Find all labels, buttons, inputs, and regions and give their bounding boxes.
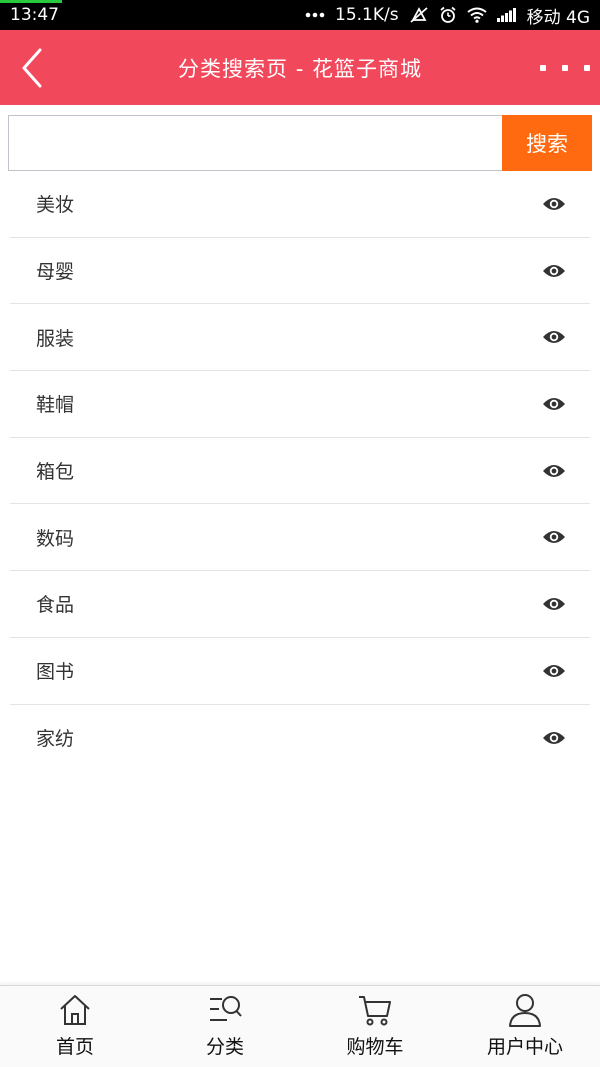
list-item-label: 食品 — [36, 594, 75, 617]
list-item[interactable]: 数码 — [10, 504, 590, 572]
status-speed: 15.1K/s — [335, 5, 399, 25]
eye-icon — [543, 397, 565, 410]
category-search-icon — [210, 996, 242, 1021]
nav-item-user[interactable]: 用户中心 — [450, 986, 600, 1067]
status-right: 15.1K/s 移动 4G — [305, 3, 590, 28]
list-item[interactable]: 母婴 — [10, 238, 590, 305]
list-item[interactable]: 食品 — [10, 571, 590, 638]
list-item-label: 鞋帽 — [36, 394, 75, 417]
chevron-left-icon — [22, 48, 42, 88]
eye-icon — [543, 664, 565, 677]
status-bar: 13:47 15.1K/s 移动 4G — [0, 0, 600, 30]
eye-icon — [543, 531, 565, 544]
nav-item-cart[interactable]: 购物车 — [300, 986, 450, 1067]
list-item-label: 家纺 — [36, 728, 75, 751]
status-carrier: 移动 4G — [526, 7, 590, 28]
eye-icon — [543, 331, 565, 344]
eye-icon — [543, 464, 565, 477]
wifi-icon — [466, 7, 487, 23]
cart-icon — [359, 996, 391, 1026]
silent-icon — [409, 6, 429, 24]
dots-icon — [305, 12, 325, 18]
status-indicator — [0, 0, 62, 3]
status-time: 13:47 — [10, 5, 59, 25]
nav-item-home[interactable]: 首页 — [0, 986, 150, 1067]
home-icon — [60, 995, 90, 1025]
eye-icon — [543, 264, 565, 277]
nav-item-category[interactable]: 分类 — [150, 986, 300, 1067]
page-title: 分类搜索页 - 花篮子商城 — [178, 56, 422, 81]
app-header: 分类搜索页 - 花篮子商城 — [0, 30, 600, 105]
search-button[interactable]: 搜索 — [502, 115, 592, 171]
nav-label: 分类 — [205, 1036, 244, 1058]
bottom-nav: 首页 分类 购物车 用户中心 — [0, 985, 600, 1067]
signal-icon — [496, 8, 517, 22]
alarm-icon — [439, 6, 457, 24]
nav-label: 购物车 — [346, 1036, 404, 1058]
list-item-label: 母婴 — [36, 261, 75, 284]
user-icon — [509, 994, 541, 1027]
search-input[interactable] — [8, 115, 502, 171]
list-item-label: 服装 — [36, 327, 75, 350]
more-dots-icon[interactable] — [540, 56, 590, 80]
category-list: 美妆 母婴 服装 鞋帽 箱包 数码 食品 图书 家纺 — [10, 171, 590, 771]
nav-label: 用户中心 — [486, 1036, 563, 1058]
list-item[interactable]: 箱包 — [10, 438, 590, 505]
list-item-label: 美妆 — [36, 194, 75, 217]
list-item-label: 数码 — [36, 527, 75, 550]
back-button[interactable] — [14, 46, 50, 90]
search-bar: 搜索 — [8, 115, 592, 171]
list-item-label: 图书 — [36, 661, 75, 684]
eye-icon — [543, 197, 565, 210]
list-item[interactable]: 图书 — [10, 638, 590, 705]
list-item[interactable]: 家纺 — [10, 705, 590, 772]
list-item-label: 箱包 — [36, 461, 75, 484]
list-item[interactable]: 美妆 — [10, 171, 590, 238]
eye-icon — [543, 731, 565, 744]
eye-icon — [543, 597, 565, 610]
list-item[interactable]: 服装 — [10, 304, 590, 372]
list-item[interactable]: 鞋帽 — [10, 371, 590, 438]
nav-label: 首页 — [55, 1036, 94, 1058]
